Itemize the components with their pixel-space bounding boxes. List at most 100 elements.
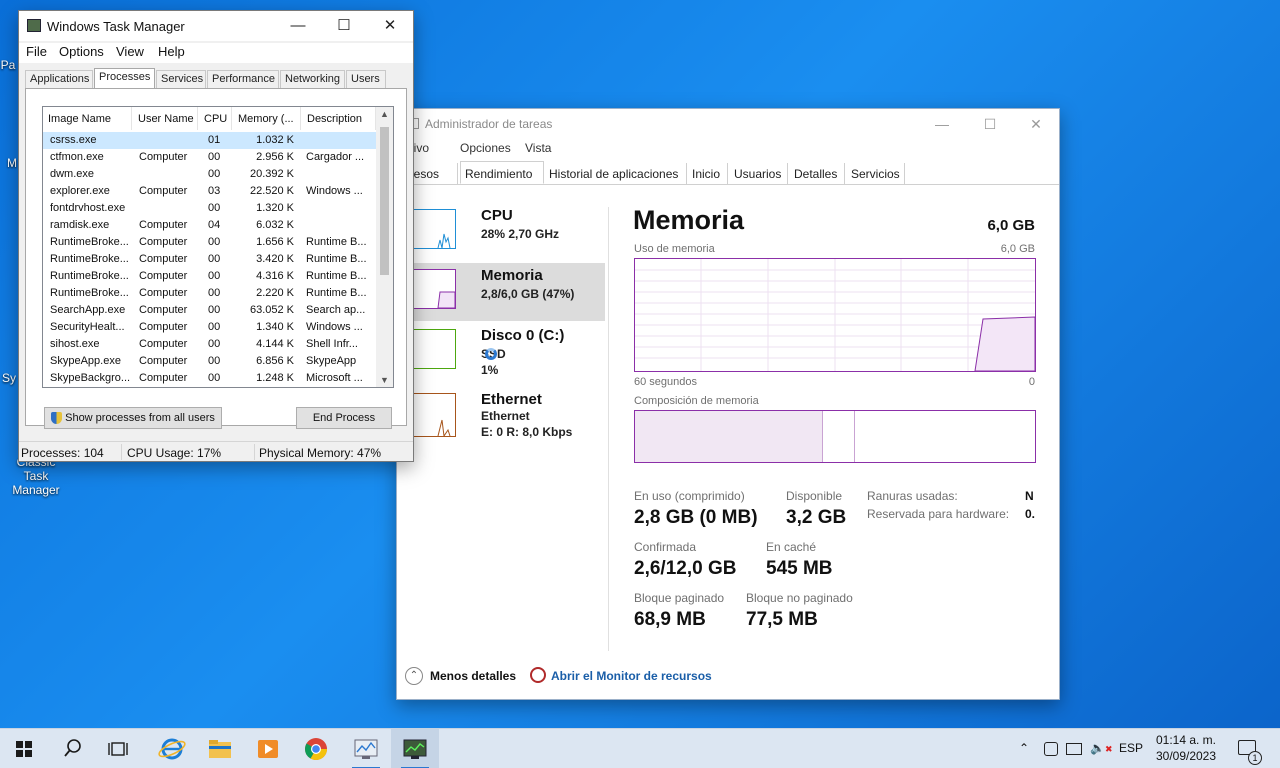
meet-now-icon[interactable]	[1044, 742, 1058, 756]
tab-performance[interactable]: Performance	[207, 70, 279, 88]
process-cell-mem: 1.032 K	[256, 134, 294, 146]
desktop-icon-partial[interactable]: Pa	[0, 58, 16, 72]
vertical-scrollbar[interactable]: ▲ ▼	[376, 107, 393, 387]
sidebar-item-memoria[interactable]: Memoria 2,8/6,0 GB (47%)	[393, 263, 605, 321]
taskbar-app-chrome[interactable]	[292, 729, 340, 768]
column-cpu[interactable]: CPU	[199, 107, 232, 130]
close-button[interactable]: ✕	[1013, 109, 1059, 139]
menu-view[interactable]: View	[116, 44, 144, 59]
menu-file[interactable]: File	[26, 44, 47, 59]
process-row[interactable]: sihost.exe Computer 00 4.144 K Shell Infr...	[43, 336, 377, 353]
process-row[interactable]: RuntimeBroke... Computer 00 3.420 K Runtime …	[43, 251, 377, 268]
close-button[interactable]: ✕	[367, 11, 413, 41]
tab-users[interactable]: Users	[346, 70, 386, 88]
available-value: 3,2 GB	[786, 507, 847, 528]
menu-vista[interactable]: Vista	[525, 141, 551, 155]
process-row[interactable]: dwm.exe 00 20.392 K	[43, 166, 377, 183]
process-cell-cpu: 00	[208, 236, 221, 248]
clock[interactable]: 01:14 a. m. 30/09/2023	[1146, 732, 1226, 764]
sidebar-ethernet-sub2: E: 0 R: 8,0 Kbps	[481, 425, 573, 439]
network-icon[interactable]	[1066, 743, 1082, 755]
maximize-button[interactable]: ☐	[321, 11, 367, 41]
show-hidden-icons-chevron-up-icon[interactable]: ⌃	[1019, 741, 1029, 755]
tab-networking[interactable]: Networking	[280, 70, 345, 88]
taskbar-app-task-manager-modern[interactable]	[342, 729, 390, 768]
menu-opciones[interactable]: Opciones	[460, 141, 511, 155]
column-memory[interactable]: Memory (...	[233, 107, 301, 130]
process-list[interactable]: ⌃ Image Name User Name CPU Memory (... D…	[42, 106, 394, 388]
process-cell-cpu: 00	[208, 372, 221, 384]
show-all-processes-button[interactable]: Show processes from all users	[44, 407, 222, 429]
composition-in-use	[635, 411, 823, 462]
process-cell-name: RuntimeBroke...	[50, 270, 129, 282]
process-row[interactable]: RuntimeBroke... Computer 00 4.316 K Runtime …	[43, 268, 377, 285]
process-row[interactable]: csrss.exe 01 1.032 K	[43, 132, 377, 149]
process-row[interactable]: RuntimeBroke... Computer 00 2.220 K Runtime …	[43, 285, 377, 302]
sidebar-item-disco[interactable]: Disco 0 (C:) SSD 1%	[393, 323, 605, 381]
time-axis-left: 60 segundos	[634, 376, 697, 388]
open-resource-monitor-link[interactable]: Abrir el Monitor de recursos	[551, 669, 712, 683]
minimize-button[interactable]: —	[919, 109, 965, 139]
taskbar-app-ie[interactable]	[148, 729, 196, 768]
tab-processes[interactable]: Processes	[94, 68, 155, 89]
process-cell-user: Computer	[139, 253, 188, 265]
chevron-up-icon[interactable]: ⌃	[405, 667, 423, 685]
column-description[interactable]: Description	[302, 107, 376, 130]
column-user-name[interactable]: User Name	[133, 107, 198, 130]
taskbar-app-explorer[interactable]	[196, 729, 244, 768]
process-row[interactable]: RuntimeBroke... Computer 00 1.656 K Runtime …	[43, 234, 377, 251]
less-details-button[interactable]: Menos detalles	[430, 669, 516, 683]
volume-muted-icon[interactable]: 🔈✖	[1090, 741, 1113, 755]
modern-task-manager-window: Administrador de tareas — ☐ ✕ rchivo Opc…	[393, 108, 1060, 700]
tab-historial[interactable]: Historial de aplicaciones	[545, 163, 687, 185]
process-cell-cpu: 00	[208, 338, 221, 350]
sidebar-cpu-sub: 28% 2,70 GHz	[481, 227, 560, 241]
title-bar[interactable]: Administrador de tareas — ☐ ✕	[397, 109, 1059, 139]
column-image-name[interactable]: Image Name	[43, 107, 132, 130]
tab-detalles[interactable]: Detalles	[790, 163, 845, 185]
tab-applications[interactable]: Applications	[25, 70, 93, 88]
reserved-label: Reservada para hardware:	[867, 507, 1010, 521]
task-view-button[interactable]	[96, 729, 144, 768]
taskbar-app-task-manager-classic[interactable]	[391, 729, 439, 768]
process-row[interactable]: explorer.exe Computer 03 22.520 K Windows ..…	[43, 183, 377, 200]
menu-options[interactable]: Options	[59, 44, 104, 59]
process-cell-cpu: 00	[208, 304, 221, 316]
process-cell-cpu: 00	[208, 287, 221, 299]
tab-inicio[interactable]: Inicio	[688, 163, 728, 185]
taskbar-app-media[interactable]	[244, 729, 292, 768]
process-row[interactable]: ctfmon.exe Computer 00 2.956 K Cargador ...	[43, 149, 377, 166]
internet-explorer-icon	[158, 738, 186, 760]
process-cell-cpu: 00	[208, 321, 221, 333]
process-row[interactable]: ramdisk.exe Computer 04 6.032 K	[43, 217, 377, 234]
menu-help[interactable]: Help	[158, 44, 185, 59]
start-button[interactable]	[0, 729, 48, 768]
scroll-down-icon[interactable]: ▼	[380, 375, 389, 385]
process-row[interactable]: SearchApp.exe Computer 00 63.052 K Search ap…	[43, 302, 377, 319]
desktop-icon-partial[interactable]: Sy	[0, 371, 18, 385]
sidebar-item-ethernet[interactable]: Ethernet Ethernet E: 0 R: 8,0 Kbps	[393, 389, 605, 447]
windows-logo-icon	[16, 741, 32, 757]
tab-servicios[interactable]: Servicios	[847, 163, 905, 185]
tab-services[interactable]: Services	[156, 70, 206, 88]
process-row[interactable]: SkypeBackgro... Computer 00 1.248 K Microsof…	[43, 370, 377, 387]
search-button[interactable]	[48, 729, 96, 768]
desktop-icon-partial[interactable]: M	[6, 156, 18, 170]
tab-usuarios[interactable]: Usuarios	[730, 163, 788, 185]
scrollbar-thumb[interactable]	[380, 127, 389, 275]
input-language-indicator[interactable]: ESP	[1119, 741, 1143, 755]
tab-rendimiento[interactable]: Rendimiento	[460, 161, 544, 184]
end-process-button[interactable]: End Process	[296, 407, 392, 429]
process-row[interactable]: SecurityHealt... Computer 00 1.340 K Windows…	[43, 319, 377, 336]
process-row[interactable]: fontdrvhost.exe 00 1.320 K	[43, 200, 377, 217]
sidebar-item-cpu[interactable]: CPU 28% 2,70 GHz	[393, 203, 605, 261]
uac-shield-icon	[51, 412, 63, 425]
scroll-up-icon[interactable]: ▲	[380, 109, 389, 119]
busy-spinner-icon	[485, 348, 497, 360]
minimize-button[interactable]: —	[275, 11, 321, 41]
maximize-button[interactable]: ☐	[967, 109, 1013, 139]
process-row[interactable]: SkypeApp.exe Computer 00 6.856 K SkypeApp	[43, 353, 377, 370]
title-bar[interactable]: Windows Task Manager — ☐ ✕	[19, 11, 413, 41]
process-cell-name: dwm.exe	[50, 168, 95, 180]
committed-label: Confirmada	[634, 540, 697, 554]
